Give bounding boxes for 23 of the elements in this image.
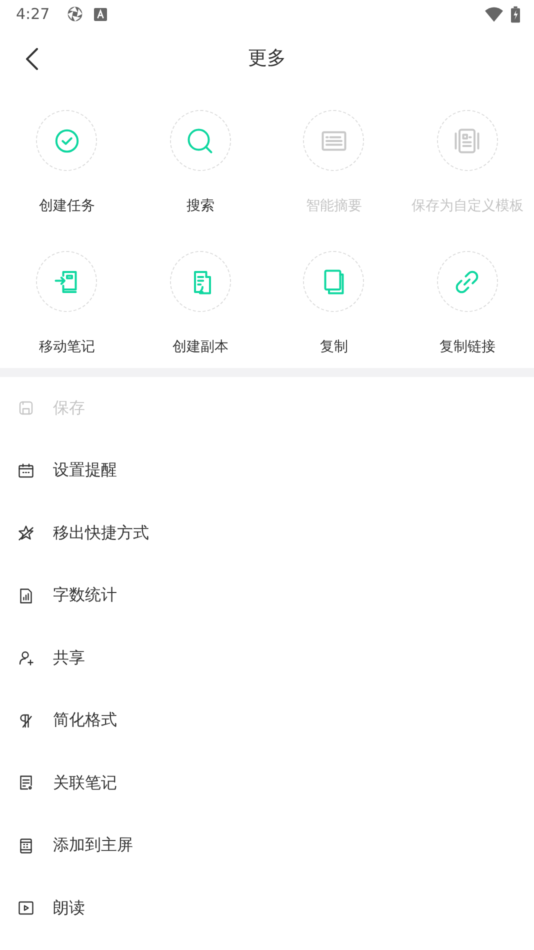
action-label: 搜索 <box>186 197 214 215</box>
floppy-icon <box>17 399 35 418</box>
action-label: 复制 <box>320 338 348 356</box>
status-time: 4:27 <box>16 5 50 23</box>
home-screen-icon <box>17 836 35 855</box>
action-label: 创建副本 <box>172 338 228 356</box>
action-label: 智能摘要 <box>306 197 362 215</box>
action-label: 创建任务 <box>38 197 95 215</box>
wifi-icon <box>485 6 503 22</box>
play-square-icon <box>17 899 35 918</box>
chart-document-icon <box>17 586 35 605</box>
action-label: 移动笔记 <box>38 338 95 356</box>
action-label: 保存为自定义模板 <box>411 197 524 215</box>
keyboard-icon <box>94 8 107 20</box>
action-label: 复制链接 <box>439 338 496 356</box>
star-slash-icon <box>17 524 35 542</box>
text-format-icon <box>17 712 35 730</box>
calendar-icon <box>17 462 35 480</box>
battery-icon <box>511 6 520 22</box>
app-icon <box>66 5 84 23</box>
person-plus-icon <box>17 649 35 668</box>
note-icon <box>17 774 35 792</box>
page-title: 更多 <box>248 46 286 71</box>
